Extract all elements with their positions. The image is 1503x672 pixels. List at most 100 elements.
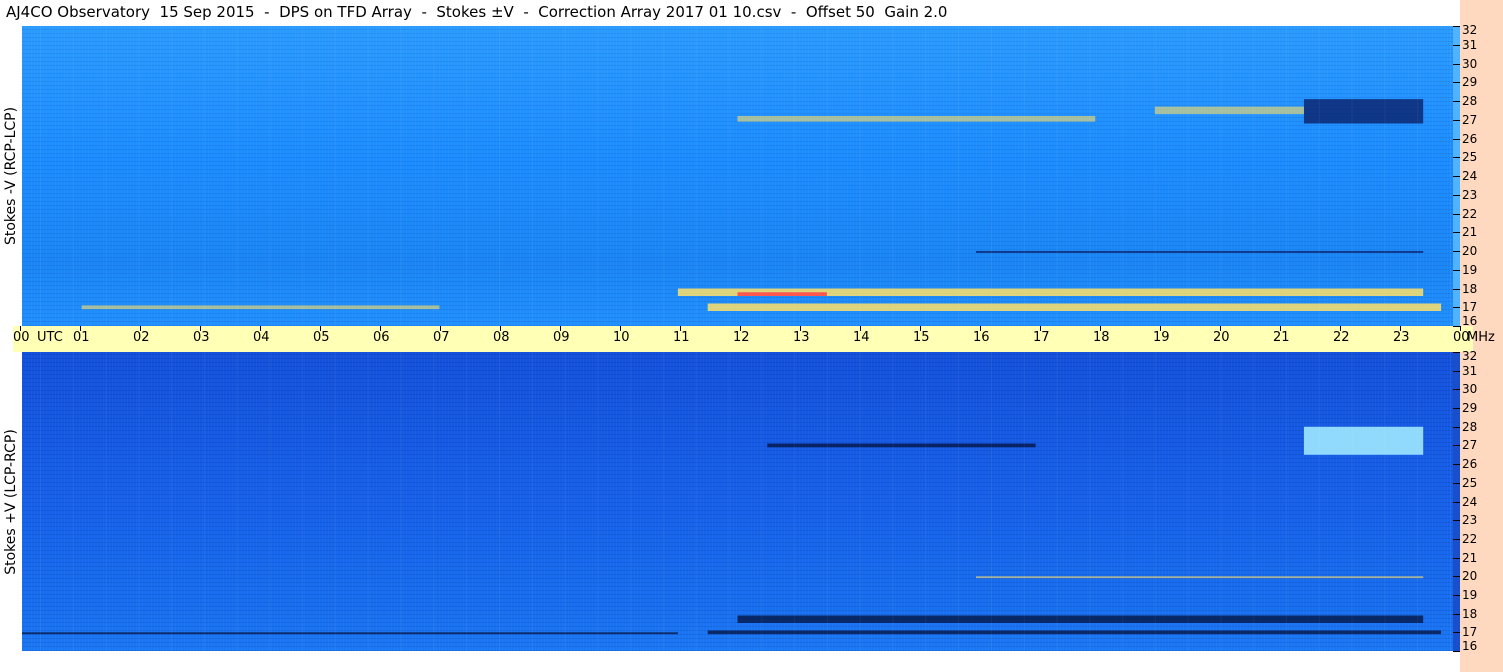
top-column-line	[236, 26, 238, 326]
top-feature-2	[737, 292, 827, 296]
bottom-column-line	[39, 352, 41, 651]
time-unit-label: UTC	[37, 330, 63, 345]
top-column-line	[400, 26, 402, 326]
time-tick-17: 17	[1033, 330, 1050, 345]
time-tick-0: 00	[13, 330, 30, 345]
bottom-column-line	[1056, 352, 1058, 651]
top-column-line	[367, 26, 369, 326]
top-panel-ylabel-text: Stokes -V (RCP-LCP)	[3, 106, 19, 246]
top-freq-tick-16: 16	[1462, 314, 1478, 328]
bottom-column-line	[728, 352, 730, 651]
top-column-line	[990, 26, 992, 326]
top-freq-tick-30: 30	[1462, 56, 1478, 71]
top-column-line	[1154, 26, 1156, 326]
top-column-line	[105, 26, 107, 326]
time-tick-13: 13	[793, 330, 810, 345]
top-freq-tickmark	[1453, 101, 1460, 102]
bottom-freq-tick-17: 17	[1462, 625, 1478, 640]
top-column-line	[761, 26, 763, 326]
bottom-column-line	[400, 352, 402, 651]
top-freq-tick-18: 18	[1462, 281, 1478, 296]
top-freq-tickmark	[1453, 326, 1460, 327]
bottom-column-line	[335, 352, 337, 651]
time-tick-19: 19	[1153, 330, 1170, 345]
top-column-line	[72, 26, 74, 326]
bottom-column-line	[1253, 352, 1255, 651]
top-freq-tickmark	[1453, 214, 1460, 215]
top-freq-tick-28: 28	[1462, 94, 1478, 108]
bottom-freq-tickmark	[1453, 445, 1460, 446]
top-freq-tickmark	[1453, 45, 1460, 46]
top-column-line	[302, 26, 304, 326]
bottom-column-line	[302, 352, 304, 651]
bottom-freq-tickmark	[1453, 520, 1460, 521]
bottom-column-line	[630, 352, 632, 651]
bottom-freq-tick-26: 26	[1462, 457, 1478, 472]
top-freq-tick-23: 23	[1462, 187, 1478, 202]
bottom-column-line	[236, 352, 238, 651]
time-tick-18: 18	[1093, 330, 1110, 345]
bottom-freq-tick-23: 23	[1462, 513, 1478, 528]
bottom-column-line	[564, 352, 566, 651]
bottom-column-line	[1089, 352, 1091, 651]
bottom-freq-tick-32: 32	[1462, 349, 1478, 363]
top-freq-tick-22: 22	[1462, 206, 1478, 221]
bottom-column-line	[958, 352, 960, 651]
top-freq-tickmark	[1453, 270, 1460, 271]
bottom-freq-tickmark	[1453, 651, 1460, 652]
bottom-freq-tickmark	[1453, 576, 1460, 577]
bottom-freq-tick-31: 31	[1462, 363, 1478, 378]
top-column-line	[1318, 26, 1320, 326]
top-freq-tick-20: 20	[1462, 244, 1478, 258]
bottom-column-line	[1318, 352, 1320, 651]
top-column-line	[1122, 26, 1124, 326]
top-freq-tick-19: 19	[1462, 262, 1478, 277]
bottom-freq-tick-18: 18	[1462, 606, 1478, 621]
top-feature-6	[1154, 106, 1304, 115]
bottom-column-line	[72, 352, 74, 651]
top-spectrogram-marks	[39, 26, 1452, 326]
time-tick-2: 02	[133, 330, 150, 345]
top-freq-tickmark	[1453, 64, 1460, 65]
top-column-line	[925, 26, 927, 326]
top-freq-tickmark	[1453, 120, 1460, 121]
time-tick-16: 16	[973, 330, 990, 345]
top-freq-tickmark	[1453, 139, 1460, 140]
bottom-freq-tickmark	[1453, 558, 1460, 559]
bottom-column-line	[1122, 352, 1124, 651]
top-column-line	[531, 26, 533, 326]
top-freq-tick-29: 29	[1462, 75, 1478, 90]
bottom-freq-tick-22: 22	[1462, 531, 1478, 546]
bottom-freq-tickmark	[1453, 539, 1460, 540]
bottom-column-line	[892, 352, 894, 651]
top-column-line	[630, 26, 632, 326]
bottom-column-line	[761, 352, 763, 651]
bottom-column-line	[1220, 352, 1222, 651]
top-freq-tick-26: 26	[1462, 131, 1478, 146]
bottom-feature-3	[767, 443, 1036, 448]
bottom-column-line	[794, 352, 796, 651]
top-column-line	[728, 26, 730, 326]
top-freq-tickmark	[1453, 157, 1460, 158]
bottom-feature-2	[1303, 426, 1424, 455]
bottom-panel-ylabel-text: Stokes +V (LCP-RCP)	[3, 429, 19, 575]
bottom-column-line	[499, 352, 500, 651]
top-column-line	[269, 26, 271, 326]
bottom-freq-tick-19: 19	[1462, 587, 1478, 602]
top-column-line	[138, 26, 140, 326]
bottom-feature-1	[707, 630, 1442, 635]
top-column-line	[564, 26, 566, 326]
time-tick-11: 11	[673, 330, 690, 345]
time-tick-5: 05	[313, 330, 330, 345]
bottom-freq-tick-29: 29	[1462, 401, 1478, 416]
top-column-line	[1187, 26, 1189, 326]
bottom-feature-5	[22, 632, 678, 635]
top-column-line	[1089, 26, 1091, 326]
chart-title: AJ4CO Observatory 15 Sep 2015 - DPS on T…	[6, 3, 948, 21]
bottom-freq-tickmark	[1453, 614, 1460, 615]
bottom-freq-tickmark	[1453, 464, 1460, 465]
time-tick-7: 07	[433, 330, 450, 345]
bottom-column-line	[138, 352, 140, 651]
time-tick-4: 04	[253, 330, 270, 345]
top-freq-tick-32: 32	[1462, 23, 1478, 37]
